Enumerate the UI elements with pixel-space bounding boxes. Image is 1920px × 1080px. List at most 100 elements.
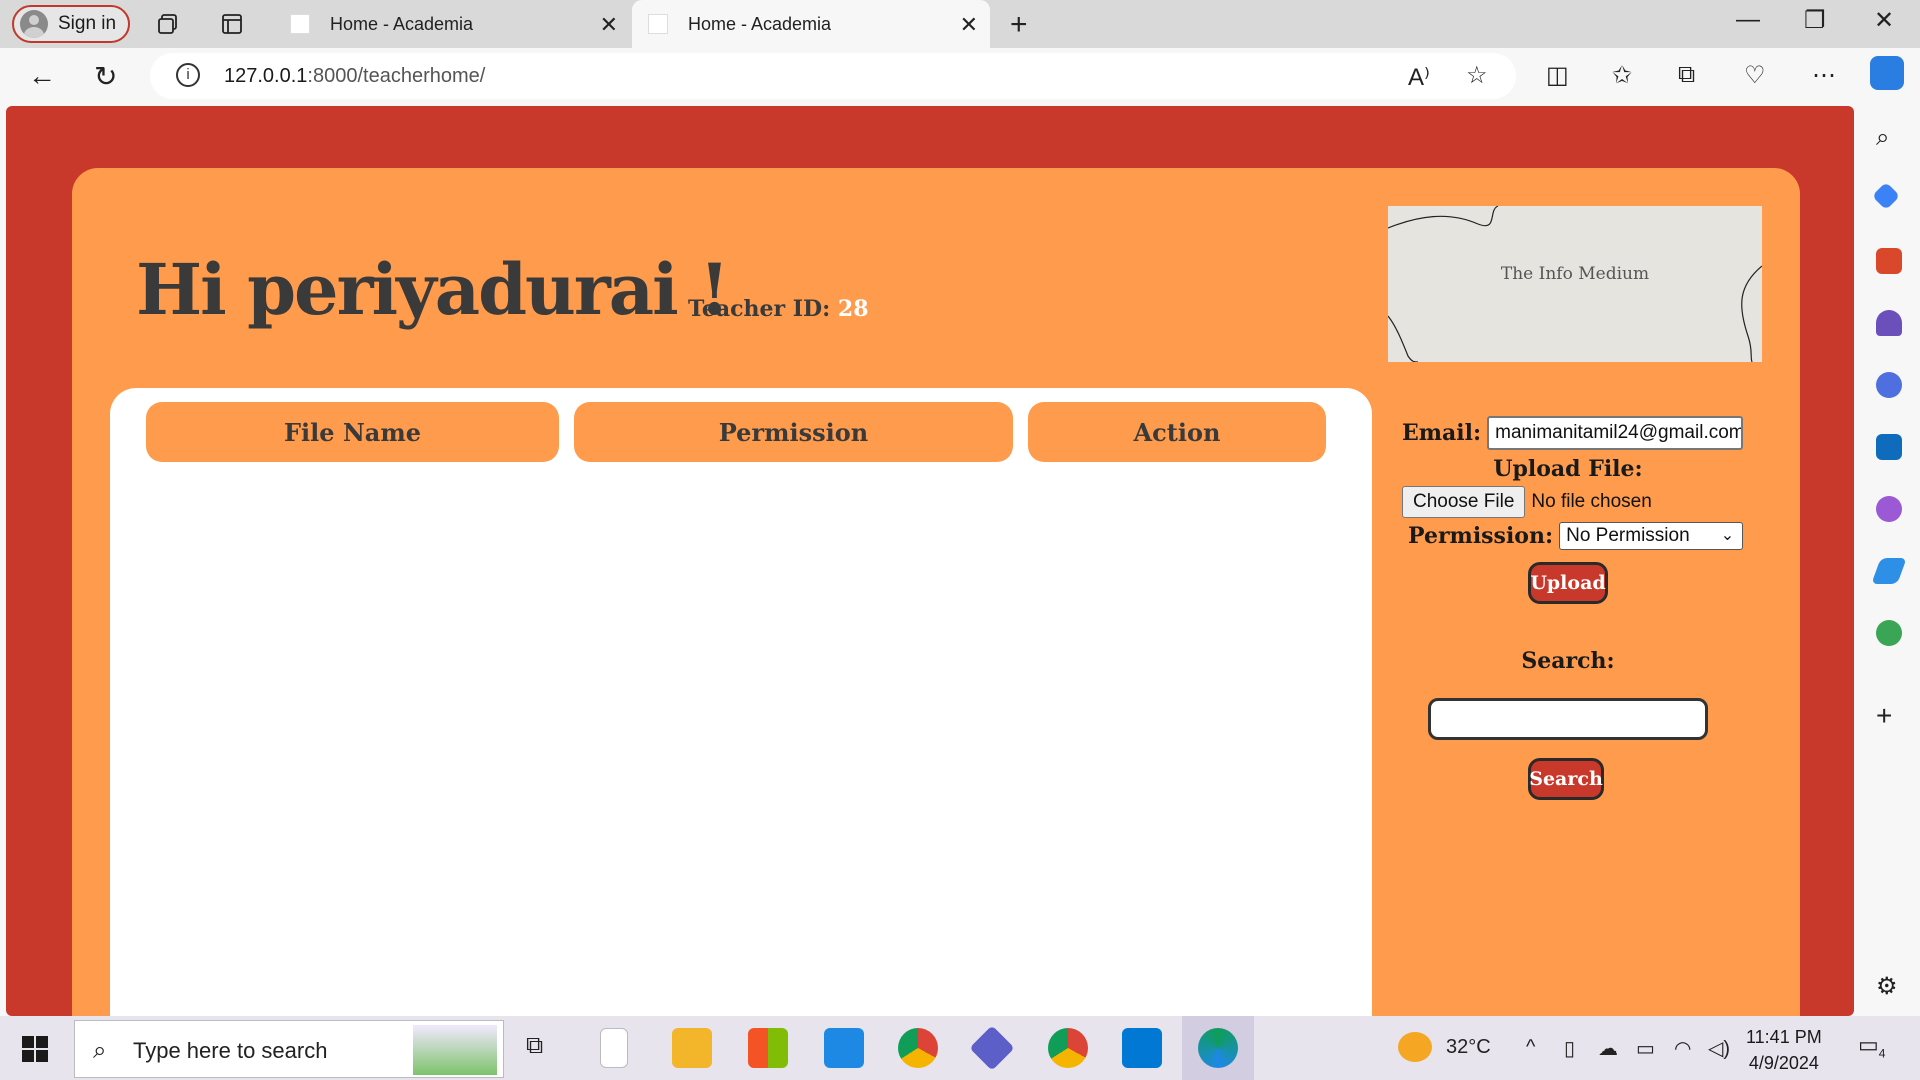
tab-actions-icon[interactable] xyxy=(220,12,244,36)
microsoft-store-icon[interactable] xyxy=(748,1028,788,1068)
url-text[interactable]: 127.0.0.1:8000/teacherhome/ xyxy=(224,65,485,88)
avatar-icon xyxy=(20,10,48,38)
permission-row: Permission: No Permission ⌄ xyxy=(1408,522,1744,550)
search-icon[interactable]: ⌕ xyxy=(1876,124,1902,151)
teacher-id-value: 28 xyxy=(837,296,869,322)
show-hidden-icons-icon[interactable]: ^ xyxy=(1526,1036,1535,1059)
notification-count: 4 xyxy=(1878,1046,1886,1061)
greeting-heading: Hi periyadurai ! xyxy=(136,248,730,331)
mail-icon[interactable] xyxy=(824,1028,864,1068)
page-viewport: Hi periyadurai ! Teacher ID: 28 The Info… xyxy=(0,104,1856,1016)
shopping-tag-icon[interactable] xyxy=(1871,181,1901,211)
onedrive-icon[interactable]: ☁ xyxy=(1598,1036,1618,1061)
add-icon[interactable]: + xyxy=(1876,700,1902,731)
notifications-icon[interactable]: ▭4 xyxy=(1858,1032,1885,1060)
page-favicon-icon xyxy=(648,14,668,34)
workspaces-icon[interactable] xyxy=(156,12,180,36)
choose-file-button[interactable]: Choose File xyxy=(1402,486,1526,518)
taskbar-clock[interactable]: 11:41 PM 4/9/2024 xyxy=(1746,1024,1822,1076)
unicorn-illustration-icon xyxy=(413,1025,497,1075)
email-field[interactable]: manimanitamil24@gmail.com xyxy=(1487,416,1744,450)
browser-titlebar: Sign in Home - Academia ✕ Home - Academi… xyxy=(0,0,1920,48)
designer-icon[interactable] xyxy=(1876,496,1902,522)
device-icon[interactable]: ▯ xyxy=(1564,1036,1575,1061)
tools-icon[interactable] xyxy=(1876,248,1902,274)
file-picker: Choose File No file chosen xyxy=(1402,486,1652,518)
read-aloud-icon[interactable]: A⁾ xyxy=(1408,63,1430,92)
info-medium-logo: The Info Medium xyxy=(1388,206,1762,362)
copilot-icon[interactable] xyxy=(1870,56,1904,90)
favorite-star-icon[interactable]: ☆ xyxy=(1466,61,1488,90)
tab-home-academia-1[interactable]: Home - Academia ✕ xyxy=(274,0,630,48)
power-automate-icon[interactable] xyxy=(969,1025,1015,1071)
more-menu-icon[interactable]: ⋯ xyxy=(1812,61,1836,90)
close-window-icon[interactable]: ✕ xyxy=(1874,6,1894,35)
volume-icon[interactable]: ◁) xyxy=(1708,1036,1730,1061)
refresh-icon[interactable]: ↻ xyxy=(94,60,117,93)
edge-sidebar: ⌕ + ⚙ xyxy=(1856,104,1920,1016)
games-icon[interactable] xyxy=(1876,310,1902,336)
taskbar-search-box[interactable]: ⌕ Type here to search xyxy=(74,1020,504,1078)
send-icon[interactable] xyxy=(1871,558,1907,584)
close-tab-icon[interactable]: ✕ xyxy=(960,12,978,38)
weather-icon[interactable] xyxy=(1398,1032,1432,1062)
notepad-icon[interactable] xyxy=(600,1028,628,1068)
file-explorer-icon[interactable] xyxy=(672,1028,712,1068)
tab-title: Home - Academia xyxy=(330,13,474,34)
clock-date: 4/9/2024 xyxy=(1748,1053,1819,1073)
wifi-icon[interactable]: ◠ xyxy=(1674,1036,1691,1061)
chrome-icon[interactable] xyxy=(898,1028,938,1068)
email-row: Email: manimanitamil24@gmail.com xyxy=(1402,416,1744,450)
file-status-text: No file chosen xyxy=(1531,491,1652,512)
browser-essentials-icon[interactable]: ♡ xyxy=(1744,61,1766,90)
search-icon: ⌕ xyxy=(93,1037,107,1064)
teacher-id: Teacher ID: 28 xyxy=(688,296,869,322)
collections-icon[interactable]: ⧉ xyxy=(1678,61,1695,89)
clock-time: 11:41 PM xyxy=(1746,1027,1822,1047)
search-label: Search: xyxy=(1521,648,1615,674)
search-input[interactable] xyxy=(1428,698,1708,740)
url-path: :8000/teacherhome/ xyxy=(307,65,486,87)
outlook-icon[interactable] xyxy=(1876,434,1902,460)
site-info-icon[interactable]: i xyxy=(176,63,200,87)
logo-text: The Info Medium xyxy=(1500,264,1650,284)
signin-label: Sign in xyxy=(58,13,117,34)
split-screen-icon[interactable]: ◫ xyxy=(1546,61,1569,90)
column-header-file-name: File Name xyxy=(146,402,559,462)
permission-label: Permission: xyxy=(1408,523,1554,549)
address-toolbar: ← ↻ i 127.0.0.1:8000/teacherhome/ A⁾ ☆ ◫… xyxy=(0,48,1920,104)
upload-file-label: Upload File: xyxy=(1493,456,1643,482)
restore-icon[interactable]: ❐ xyxy=(1804,6,1826,35)
taskbar-search-placeholder: Type here to search xyxy=(133,1038,328,1063)
vscode-icon[interactable] xyxy=(1122,1028,1162,1068)
battery-icon[interactable]: ▭ xyxy=(1636,1036,1655,1061)
favorites-icon[interactable]: ✩ xyxy=(1612,61,1632,90)
chrome-profile-icon[interactable] xyxy=(1048,1028,1088,1068)
close-tab-icon[interactable]: ✕ xyxy=(600,12,618,38)
address-bar[interactable]: i 127.0.0.1:8000/teacherhome/ A⁾ ☆ xyxy=(150,53,1516,99)
permission-select[interactable]: No Permission ⌄ xyxy=(1559,522,1744,550)
microsoft-365-icon[interactable] xyxy=(1876,372,1902,398)
permission-selected-value: No Permission xyxy=(1566,525,1690,546)
settings-gear-icon[interactable]: ⚙ xyxy=(1876,972,1902,1000)
upload-button[interactable]: Upload xyxy=(1528,562,1608,604)
profile-signin-button[interactable]: Sign in xyxy=(12,5,130,43)
windows-taskbar: ⌕ Type here to search ⧉ 32°C ^ ▯ ☁ ▭ ◠ ◁… xyxy=(0,1016,1920,1080)
new-tab-icon[interactable]: + xyxy=(1010,8,1028,42)
teacher-id-label: Teacher ID: xyxy=(688,296,831,322)
edge-browser-icon[interactable] xyxy=(1198,1028,1238,1068)
teacher-home-card: Hi periyadurai ! Teacher ID: 28 The Info… xyxy=(72,168,1800,1016)
back-icon[interactable]: ← xyxy=(28,60,56,92)
tree-icon[interactable] xyxy=(1876,620,1902,646)
email-label: Email: xyxy=(1402,420,1482,446)
minimize-icon[interactable]: — xyxy=(1736,6,1760,34)
task-view-icon[interactable]: ⧉ xyxy=(526,1032,543,1060)
search-button[interactable]: Search xyxy=(1528,758,1604,800)
page-favicon-icon xyxy=(290,14,310,34)
url-host: 127.0.0.1 xyxy=(224,65,308,87)
tab-home-academia-2[interactable]: Home - Academia ✕ xyxy=(632,0,990,48)
files-table: File Name Permission Action xyxy=(110,388,1372,1016)
windows-start-icon[interactable] xyxy=(22,1036,48,1062)
weather-temp[interactable]: 32°C xyxy=(1446,1036,1491,1059)
chevron-down-icon: ⌄ xyxy=(1720,527,1735,544)
